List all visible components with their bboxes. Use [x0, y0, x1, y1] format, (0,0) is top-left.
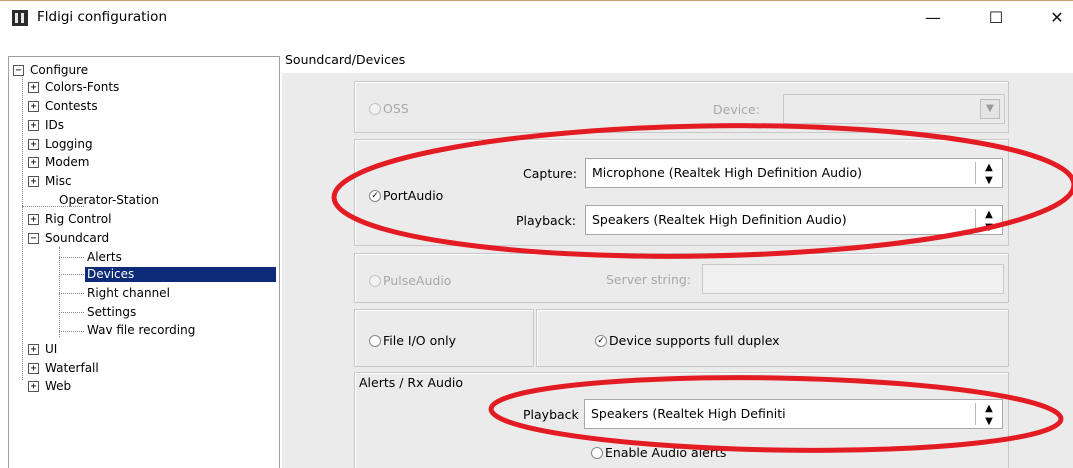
tree-item-label: Contests: [45, 99, 98, 113]
chevron-down-icon: ▼: [980, 99, 1000, 119]
tree-guide-line: [59, 257, 84, 258]
tree-item-label: UI: [45, 342, 58, 356]
tree-item-label: Waterfall: [45, 361, 99, 375]
playback-device-select[interactable]: Speakers (Realtek High Definition Audio)…: [585, 205, 1003, 235]
tree-item-label: Soundcard: [45, 231, 110, 245]
expand-toggle[interactable]: +: [28, 101, 39, 112]
playback-device-value: Speakers (Realtek High Definition Audio): [592, 212, 847, 227]
tree-item-label: Rig Control: [45, 212, 112, 226]
expand-toggle[interactable]: +: [28, 176, 39, 187]
minimize-button[interactable]: —: [910, 1, 956, 33]
expand-toggle[interactable]: +: [28, 157, 39, 168]
tree-item-label: Web: [45, 379, 72, 393]
portaudio-label: PortAudio: [383, 188, 444, 203]
tree-guide-line: [22, 75, 23, 380]
expand-toggle[interactable]: +: [28, 214, 39, 225]
fldigi-app-icon: [12, 10, 28, 26]
tree-item-label: Logging: [45, 137, 93, 151]
alerts-playback-label: Playback: [523, 407, 579, 422]
pulseaudio-label: PulseAudio: [383, 273, 452, 288]
server-string-input[interactable]: [702, 264, 1004, 294]
full-duplex-checkbox[interactable]: ✓ Device supports full duplex: [595, 333, 780, 348]
expand-toggle[interactable]: +: [28, 120, 39, 131]
checkbox-indicator: [369, 102, 381, 115]
devices-settings-panel: OSS Device: ▼ ✓ PortAudio Capture: Micro…: [282, 73, 1073, 468]
tree-item-label: Alerts: [87, 250, 122, 264]
close-button[interactable]: ✕: [1034, 1, 1073, 33]
window-title: Fldigi configuration: [37, 9, 167, 25]
tree-item-label: Operator-Station: [59, 193, 159, 207]
expand-toggle[interactable]: +: [28, 344, 39, 355]
checkbox-indicator: [369, 274, 381, 287]
full-duplex-label: Device supports full duplex: [609, 333, 780, 348]
checkbox-indicator: [369, 334, 381, 347]
collapse-toggle[interactable]: −: [13, 65, 24, 76]
maximize-button[interactable]: ☐: [973, 1, 1019, 33]
section-title: Soundcard/Devices: [285, 52, 406, 67]
enable-audio-alerts-checkbox[interactable]: Enable Audio alerts: [591, 445, 726, 460]
tree-item-label: Modem: [45, 155, 90, 169]
enable-audio-alerts-label: Enable Audio alerts: [605, 445, 727, 460]
checkbox-indicator: [591, 446, 603, 459]
tree-guide-line: [59, 331, 84, 332]
expand-toggle[interactable]: +: [28, 82, 39, 93]
tree-item-label: Settings: [87, 305, 137, 319]
pulseaudio-group: PulseAudio Server string:: [354, 253, 1009, 303]
oss-label: OSS: [383, 101, 409, 116]
oss-device-select[interactable]: ▼: [783, 94, 1005, 124]
tree-guide-line: [59, 274, 84, 275]
checkmark-icon: ✓: [595, 334, 607, 347]
tree-item-label: Colors-Fonts: [45, 80, 120, 94]
alerts-rx-audio-title: Alerts / Rx Audio: [359, 375, 464, 390]
tree-guide-line: [59, 247, 60, 337]
portaudio-group: ✓ PortAudio Capture: Microphone (Realtek…: [354, 139, 1009, 246]
combo-separator: [975, 209, 976, 231]
alerts-playback-device-select[interactable]: Speakers (Realtek High Definiti ▲ ▼: [584, 399, 1003, 429]
tree-item-label: Wav file recording: [87, 323, 196, 337]
tree-guide-line: [59, 293, 84, 294]
combo-separator: [975, 162, 976, 184]
oss-device-label: Device:: [713, 102, 760, 117]
capture-device-select[interactable]: Microphone (Realtek High Definition Audi…: [585, 158, 1003, 188]
portaudio-checkbox[interactable]: ✓ PortAudio: [369, 188, 443, 203]
config-tree[interactable]: − Configure + Colors-Fonts + Contests + …: [8, 56, 280, 468]
tree-item-label: Configure: [30, 63, 89, 77]
file-io-only-label: File I/O only: [383, 333, 457, 348]
expand-toggle[interactable]: +: [28, 363, 39, 374]
server-string-label: Server string:: [606, 272, 692, 287]
expand-toggle[interactable]: +: [28, 381, 39, 392]
tree-item-label: Misc: [45, 174, 72, 188]
capture-label: Capture:: [523, 166, 577, 181]
collapse-toggle[interactable]: −: [28, 233, 39, 244]
checkmark-icon: ✓: [369, 189, 381, 202]
up-down-arrows-icon: ▲ ▼: [985, 403, 993, 427]
capture-device-value: Microphone (Realtek High Definition Audi…: [592, 165, 862, 180]
up-down-arrows-icon: ▲ ▼: [985, 209, 993, 233]
tree-item-label: IDs: [45, 118, 65, 132]
alerts-playback-device-value: Speakers (Realtek High Definiti: [591, 406, 786, 421]
up-down-arrows-icon: ▲ ▼: [985, 162, 993, 186]
duplex-group: ✓ Device supports full duplex: [536, 309, 1009, 367]
title-bar: Fldigi configuration — ☐ ✕: [0, 1, 1073, 35]
tree-item-label: Devices: [84, 266, 277, 283]
tree-item-label: Right channel: [87, 286, 170, 300]
combo-separator: [975, 403, 976, 425]
file-io-group: File I/O only: [354, 309, 534, 367]
pulseaudio-checkbox[interactable]: PulseAudio: [369, 273, 451, 288]
fldigi-configuration-window: Fldigi configuration — ☐ ✕ − Configure +…: [0, 0, 1073, 468]
oss-checkbox[interactable]: OSS: [369, 101, 409, 116]
alerts-rx-audio-group: Alerts / Rx Audio Playback Speakers (Rea…: [354, 372, 1009, 468]
playback-label: Playback:: [516, 213, 576, 228]
tree-guide-line: [59, 312, 84, 313]
oss-group: OSS Device: ▼: [354, 81, 1009, 133]
expand-toggle[interactable]: +: [28, 139, 39, 150]
file-io-only-checkbox[interactable]: File I/O only: [369, 333, 456, 348]
